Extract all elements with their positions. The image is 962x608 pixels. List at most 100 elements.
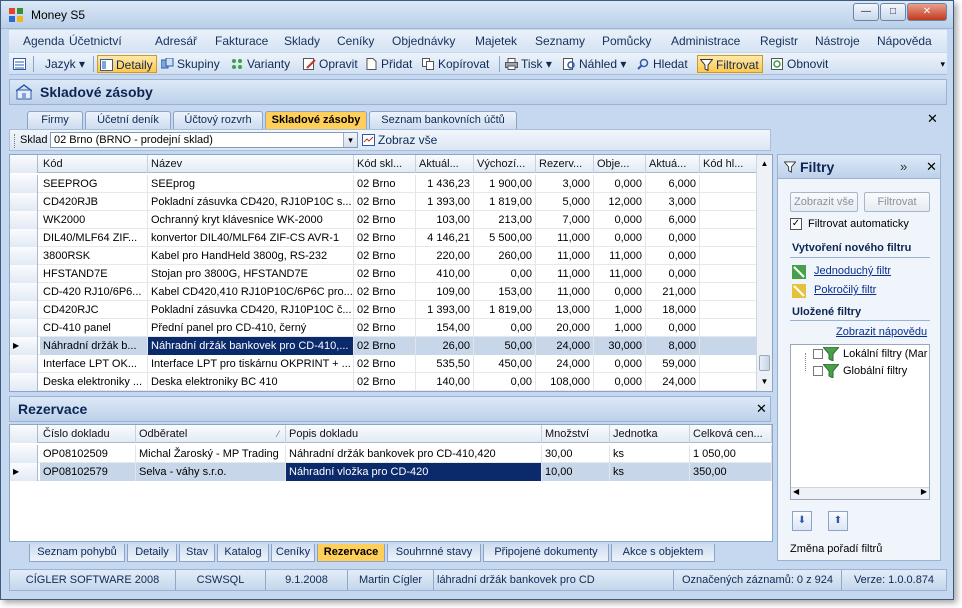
menu-objednavky[interactable]: Objednávky (392, 34, 455, 48)
table-row[interactable]: Interface LPT OK... Interface LPT pro tis… (10, 355, 758, 373)
table-cell[interactable]: 11,000 (594, 265, 646, 283)
menu-majetek[interactable]: Majetek (475, 34, 517, 48)
table-cell[interactable]: 0,000 (646, 247, 700, 265)
table-cell[interactable]: 24,000 (646, 373, 700, 391)
table-cell[interactable]: 1 393,00 (416, 193, 474, 211)
jednoduchy-filtr-link[interactable]: Jednoduchý filtr (814, 265, 891, 277)
opravit-button[interactable]: Opravit (301, 55, 358, 73)
table-cell[interactable]: 02 Brno (354, 355, 416, 373)
table-row[interactable]: CD-420 RJ10/6P6... Kabel CD420,410 RJ10P1… (10, 283, 758, 301)
menu-seznamy[interactable]: Seznamy (535, 34, 585, 48)
table-cell[interactable]: Stojan pro 3800G, HFSTAND7E (148, 265, 354, 283)
col-rezervace[interactable]: Rezerv... (536, 155, 594, 173)
table-cell[interactable] (700, 373, 758, 391)
row-indicator[interactable] (10, 229, 38, 247)
table-cell[interactable]: 10,00 (542, 463, 610, 481)
row-indicator[interactable] (10, 283, 38, 301)
table-cell[interactable] (700, 301, 758, 319)
table-cell[interactable]: 24,000 (536, 337, 594, 355)
table-row[interactable]: Deska elektroniky ... Deska elektroniky B… (10, 373, 758, 391)
obnovit-button[interactable]: Obnovit (769, 55, 828, 73)
table-cell[interactable]: 02 Brno (354, 301, 416, 319)
close-tab-icon[interactable]: ✕ (927, 111, 938, 127)
table-row[interactable]: ▶ OP08102579 Selva - váhy s.r.o. Náhradní v… (10, 463, 772, 481)
table-cell[interactable]: Pokladní zásuvka CD420, RJ10P10C s... (148, 193, 354, 211)
scroll-thumb[interactable] (759, 355, 770, 371)
table-cell[interactable]: 103,00 (416, 211, 474, 229)
tab-stav[interactable]: Stav (179, 544, 215, 562)
menu-ucetnictvi[interactable]: Účetnictví (69, 34, 122, 48)
table-cell[interactable]: OP08102509 (40, 445, 136, 463)
table-cell[interactable]: 213,00 (474, 211, 536, 229)
scroll-right-icon[interactable]: ▶ (921, 487, 927, 496)
globalni-filtry-item[interactable]: Globální filtry (843, 365, 907, 377)
tab-rezervace[interactable]: Rezervace (317, 544, 385, 562)
menu-ceniky[interactable]: Ceníky (337, 34, 374, 48)
table-cell[interactable]: 3800RSK (40, 247, 148, 265)
menu-agenda[interactable]: Agenda (23, 34, 64, 48)
tab-detaily[interactable]: Detaily (127, 544, 177, 562)
scroll-left-icon[interactable]: ◀ (793, 487, 799, 496)
chevron-down-icon[interactable]: ▾ (343, 133, 357, 147)
menu-nastroje[interactable]: Nástroje (815, 34, 860, 48)
tab-souhrnne-stavy[interactable]: Souhrnné stavy (387, 544, 481, 562)
table-cell[interactable]: 154,00 (416, 319, 474, 337)
move-up-button[interactable]: ⬆ (828, 511, 848, 531)
table-cell[interactable]: 0,00 (474, 265, 536, 283)
table-cell[interactable]: 59,000 (646, 355, 700, 373)
menu-sklady[interactable]: Sklady (284, 34, 320, 48)
tab-uctovy-rozvrh[interactable]: Účtový rozvrh (173, 111, 263, 129)
table-cell[interactable]: 02 Brno (354, 373, 416, 391)
table-cell[interactable]: 1,000 (594, 319, 646, 337)
table-cell[interactable]: 02 Brno (354, 265, 416, 283)
table-cell[interactable]: OP08102579 (40, 463, 136, 481)
table-cell[interactable]: 0,000 (594, 211, 646, 229)
row-indicator[interactable] (10, 373, 38, 391)
table-cell[interactable]: CD420RJC (40, 301, 148, 319)
table-cell[interactable]: Pokladní zásuvka CD420, RJ10P10C č... (148, 301, 354, 319)
zobraz-vse-button[interactable]: Zobraz vše (360, 131, 437, 149)
table-cell[interactable]: Náhradní držák b... (40, 337, 148, 355)
table-row[interactable]: WK2000 Ochranný kryt klávesnice WK-2000 02… (10, 211, 758, 229)
menu-administrace[interactable]: Administrace (671, 34, 740, 48)
table-row[interactable]: HFSTAND7E Stojan pro 3800G, HFSTAND7E 02 B… (10, 265, 758, 283)
tree-checkbox[interactable] (813, 349, 823, 359)
table-cell[interactable]: 50,00 (474, 337, 536, 355)
row-indicator[interactable] (10, 247, 38, 265)
skupiny-button[interactable]: Skupiny (159, 55, 220, 73)
table-cell[interactable]: 11,000 (536, 283, 594, 301)
table-cell[interactable]: 6,000 (646, 175, 700, 193)
table-cell[interactable]: 1,000 (594, 301, 646, 319)
scroll-down-icon[interactable]: ▼ (758, 375, 771, 389)
table-cell[interactable]: 0,000 (594, 229, 646, 247)
tab-ucetni-denik[interactable]: Účetní deník (85, 111, 171, 129)
row-indicator[interactable]: ▶ (10, 337, 38, 355)
detaily-button[interactable]: Detaily (97, 55, 157, 73)
table-cell[interactable] (700, 355, 758, 373)
row-indicator[interactable] (10, 355, 38, 373)
table-cell[interactable]: ks (610, 463, 690, 481)
row-indicator[interactable] (10, 211, 38, 229)
table-cell[interactable]: 11,000 (536, 247, 594, 265)
tab-seznam-pohybu[interactable]: Seznam pohybů (29, 544, 125, 562)
table-cell[interactable] (700, 193, 758, 211)
table-cell[interactable]: 220,00 (416, 247, 474, 265)
col-aktualni-cena[interactable]: Aktuál... (416, 155, 474, 173)
collapse-panel-icon[interactable]: » (900, 159, 907, 174)
col-kod[interactable]: Kód (40, 155, 148, 173)
table-cell[interactable]: 1 050,00 (690, 445, 772, 463)
table-cell[interactable]: 140,00 (416, 373, 474, 391)
table-cell[interactable]: 109,00 (416, 283, 474, 301)
table-cell[interactable]: 26,00 (416, 337, 474, 355)
table-cell[interactable]: 21,000 (646, 283, 700, 301)
table-cell[interactable]: 1 393,00 (416, 301, 474, 319)
table-cell[interactable]: WK2000 (40, 211, 148, 229)
list-view-button[interactable] (11, 55, 27, 73)
grid-scrollbar[interactable]: ▲ ▼ (756, 155, 772, 391)
table-cell[interactable]: 11,000 (594, 247, 646, 265)
table-cell[interactable]: 260,00 (474, 247, 536, 265)
col-celkova-cena[interactable]: Celková cen... (690, 425, 772, 443)
row-indicator[interactable] (10, 445, 38, 463)
tab-ceniky[interactable]: Ceníky (271, 544, 315, 562)
tab-skladove-zasoby[interactable]: Skladové zásoby (265, 111, 367, 129)
